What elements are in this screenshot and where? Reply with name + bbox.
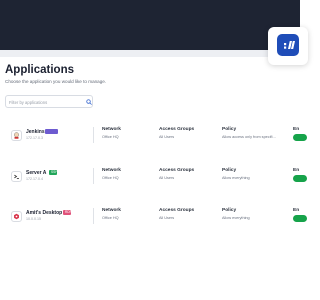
page-title: Applications	[5, 64, 75, 76]
network-label: Network	[102, 127, 121, 132]
page-subtitle: Choose the application you would like to…	[5, 79, 107, 84]
app-row-amits-desktop[interactable]: Amit's Desktop RDP 10.0.0.15 Network Off…	[0, 208, 307, 230]
app-address: 172.17.0.3	[26, 136, 43, 140]
enabled-label: En	[293, 127, 300, 132]
access-groups-value: All Users	[159, 216, 175, 220]
network-label: Network	[102, 208, 121, 213]
app-name[interactable]: Server A	[26, 170, 46, 176]
top-navigation-bar	[0, 0, 300, 50]
app-type-tag: SSH	[49, 170, 58, 175]
row-divider	[93, 127, 94, 143]
row-divider	[93, 168, 94, 184]
terminal-icon	[11, 171, 22, 182]
app-address: 10.0.0.15	[26, 217, 41, 221]
policy-value: Allow everything	[222, 176, 250, 180]
app-type-tag	[45, 129, 58, 134]
enabled-toggle[interactable]	[293, 175, 307, 182]
brand-logo-icon	[277, 34, 299, 56]
app-row-jenkins[interactable]: Jenkins 172.17.0.3 Network Office HQ Acc…	[0, 127, 307, 149]
enabled-toggle[interactable]	[293, 134, 307, 141]
search-input[interactable]	[9, 98, 79, 106]
access-groups-value: All Users	[159, 135, 175, 139]
app-row-server-a[interactable]: Server A SSH 172.17.0.4 Network Office H…	[0, 168, 307, 190]
policy-value: Allow everything	[222, 216, 250, 220]
desktop-icon	[11, 211, 22, 222]
jenkins-icon	[11, 130, 22, 141]
network-value: Office HQ	[102, 135, 119, 139]
search-box	[5, 95, 93, 108]
policy-value: Allow access only from specifi…	[222, 135, 277, 139]
network-value: Office HQ	[102, 216, 119, 220]
app-switcher-tile[interactable]	[268, 27, 308, 65]
access-groups-label: Access Groups	[159, 168, 195, 173]
access-groups-value: All Users	[159, 176, 175, 180]
enabled-label: En	[293, 208, 300, 213]
app-name[interactable]: Jenkins	[26, 129, 45, 135]
access-groups-label: Access Groups	[159, 208, 195, 213]
policy-label: Policy	[222, 208, 237, 213]
app-type-tag: RDP	[63, 210, 72, 215]
policy-label: Policy	[222, 168, 237, 173]
enabled-toggle[interactable]	[293, 215, 307, 222]
access-groups-label: Access Groups	[159, 127, 195, 132]
network-label: Network	[102, 168, 121, 173]
row-divider	[93, 208, 94, 224]
app-name[interactable]: Amit's Desktop	[26, 210, 62, 216]
app-address: 172.17.0.4	[26, 177, 43, 181]
network-value: Office HQ	[102, 176, 119, 180]
enabled-label: En	[293, 168, 300, 173]
search-icon[interactable]	[86, 99, 92, 105]
policy-label: Policy	[222, 127, 237, 132]
sub-header-strip	[0, 50, 300, 57]
